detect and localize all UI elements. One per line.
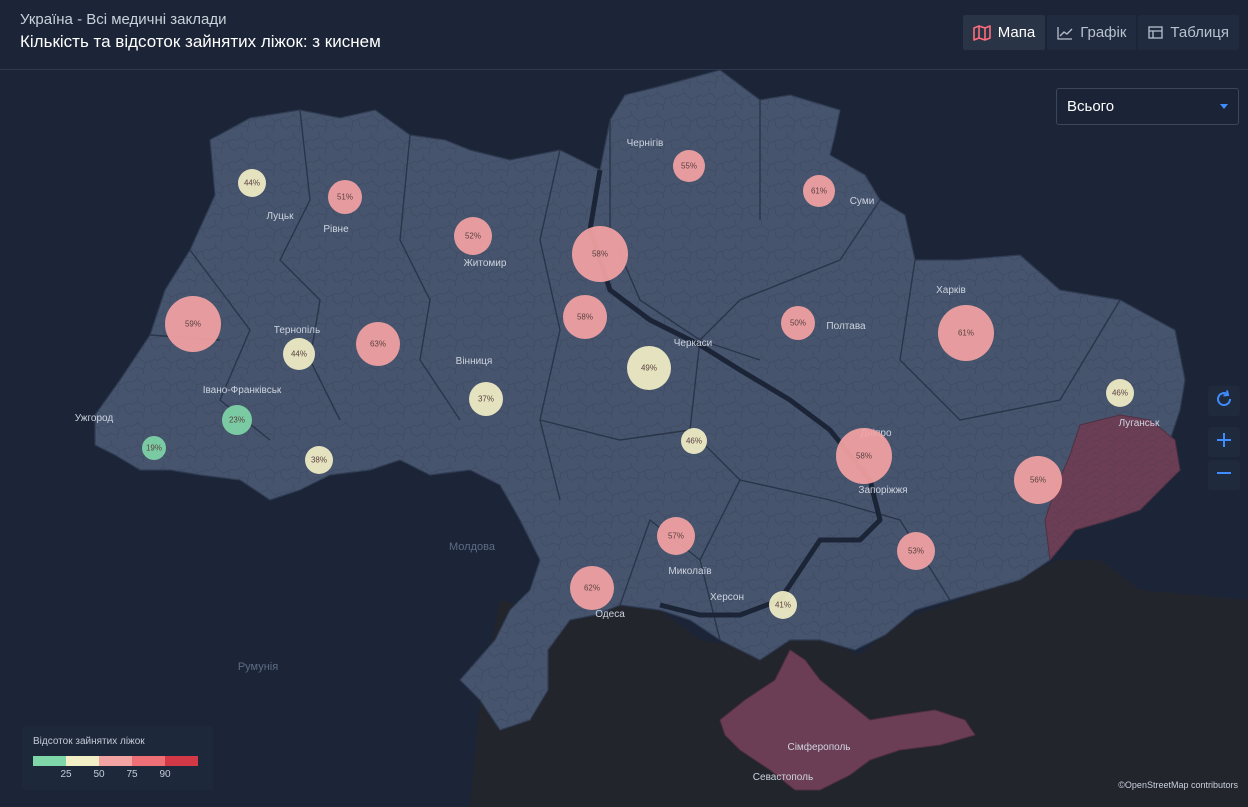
occupancy-bubble-label: 61% <box>811 187 827 196</box>
city-label: Севастополь <box>753 772 813 783</box>
country-label: Молдова <box>449 541 496 553</box>
map-area[interactable]: Молдова Румунія Ужгород Луцьк Рівне Терн… <box>0 70 1248 807</box>
city-label: Одеса <box>595 609 625 620</box>
city-label: Житомир <box>464 258 507 269</box>
occupancy-bubble-label: 38% <box>311 456 327 465</box>
tab-chart-label: Графік <box>1080 24 1127 41</box>
occupancy-bubble-label: 19% <box>146 444 162 453</box>
occupancy-bubble-label: 37% <box>478 395 494 404</box>
city-label: Чернігів <box>627 138 664 149</box>
occupancy-bubble-label: 58% <box>577 313 593 322</box>
city-label: Миколаїв <box>668 566 711 577</box>
map-attribution: ©OpenStreetMap contributors <box>1118 780 1238 790</box>
category-select-value: Всього <box>1067 98 1115 115</box>
legend-swatch <box>66 756 99 766</box>
tab-table-label: Таблиця <box>1170 24 1229 41</box>
occupancy-bubble-label: 44% <box>244 179 260 188</box>
occupancy-bubble-label: 51% <box>337 193 353 202</box>
occupancy-bubble-label: 41% <box>775 601 791 610</box>
zoom-out-button[interactable] <box>1208 460 1240 490</box>
city-label: Івано-Франківськ <box>203 385 282 396</box>
page-title: Кількість та відсоток зайнятих ліжок: з … <box>20 32 381 51</box>
tab-table[interactable]: Таблиця <box>1138 15 1239 50</box>
legend-title: Відсоток зайнятих ліжок <box>33 736 145 747</box>
city-label: Луганськ <box>1119 418 1160 429</box>
legend-color-scale <box>33 756 198 766</box>
occupancy-bubble-label: 58% <box>856 452 872 461</box>
occupancy-bubble-label: 50% <box>790 319 806 328</box>
city-label: Суми <box>850 196 875 207</box>
city-label: Ужгород <box>75 413 114 424</box>
occupancy-bubble-label: 59% <box>185 320 201 329</box>
city-label: Вінниця <box>456 356 493 367</box>
occupancy-bubble-label: 55% <box>681 162 697 171</box>
city-label: Полтава <box>826 321 866 332</box>
tab-chart[interactable]: Графік <box>1047 15 1137 50</box>
tab-map[interactable]: Мапа <box>962 15 1046 50</box>
minus-icon <box>1216 465 1232 486</box>
occupancy-bubble-label: 62% <box>584 584 600 593</box>
legend-swatch <box>33 756 66 766</box>
occupancy-bubble-label: 63% <box>370 340 386 349</box>
city-label: Запоріжжя <box>858 485 907 496</box>
header: Україна - Всі медичні заклади Кількість … <box>0 0 1248 70</box>
country-label: Румунія <box>238 661 278 673</box>
city-label: Тернопіль <box>274 325 320 336</box>
line-chart-icon <box>1057 26 1073 40</box>
occupancy-bubble-label: 56% <box>1030 476 1046 485</box>
legend-tick: 75 <box>126 769 138 780</box>
occupancy-bubble-label: 52% <box>465 232 481 241</box>
occupancy-bubble-label: 53% <box>908 547 924 556</box>
plus-icon <box>1216 432 1232 453</box>
occupancy-bubble-label: 23% <box>229 416 245 425</box>
occupancy-bubble-label: 57% <box>668 532 684 541</box>
page-subtitle: Україна - Всі медичні заклади <box>20 11 227 28</box>
city-label: Рівне <box>323 224 349 235</box>
zoom-in-button[interactable] <box>1208 427 1240 457</box>
legend-swatch <box>99 756 132 766</box>
legend-tick: 25 <box>60 769 72 780</box>
occupancy-bubble-label: 44% <box>291 350 307 359</box>
city-label: Херсон <box>710 592 744 603</box>
category-select[interactable]: Всього <box>1056 88 1239 125</box>
refresh-button[interactable] <box>1208 386 1240 416</box>
legend-swatch <box>165 756 198 766</box>
legend-swatch <box>132 756 165 766</box>
tab-map-label: Мапа <box>997 24 1036 41</box>
occupancy-bubble-label: 58% <box>592 250 608 259</box>
occupancy-bubble-label: 61% <box>958 329 974 338</box>
legend-tick: 50 <box>93 769 105 780</box>
ukraine-map[interactable]: Молдова Румунія Ужгород Луцьк Рівне Терн… <box>0 70 1248 807</box>
refresh-icon <box>1214 389 1234 414</box>
view-tabs: Мапа Графік Таблиця <box>962 15 1239 50</box>
map-icon <box>972 24 991 41</box>
occupancy-bubble-label: 49% <box>641 364 657 373</box>
occupancy-bubble-label: 46% <box>686 437 702 446</box>
city-label: Черкаси <box>674 338 713 349</box>
table-icon <box>1148 26 1164 39</box>
map-legend: Відсоток зайнятих ліжок 25 50 75 90 <box>22 726 213 790</box>
city-label: Сімферополь <box>787 741 850 753</box>
chevron-down-icon <box>1220 104 1228 109</box>
city-label: Харків <box>936 285 966 296</box>
legend-tick: 90 <box>159 769 171 780</box>
occupancy-bubble-label: 46% <box>1112 389 1128 398</box>
city-label: Луцьк <box>267 211 295 222</box>
